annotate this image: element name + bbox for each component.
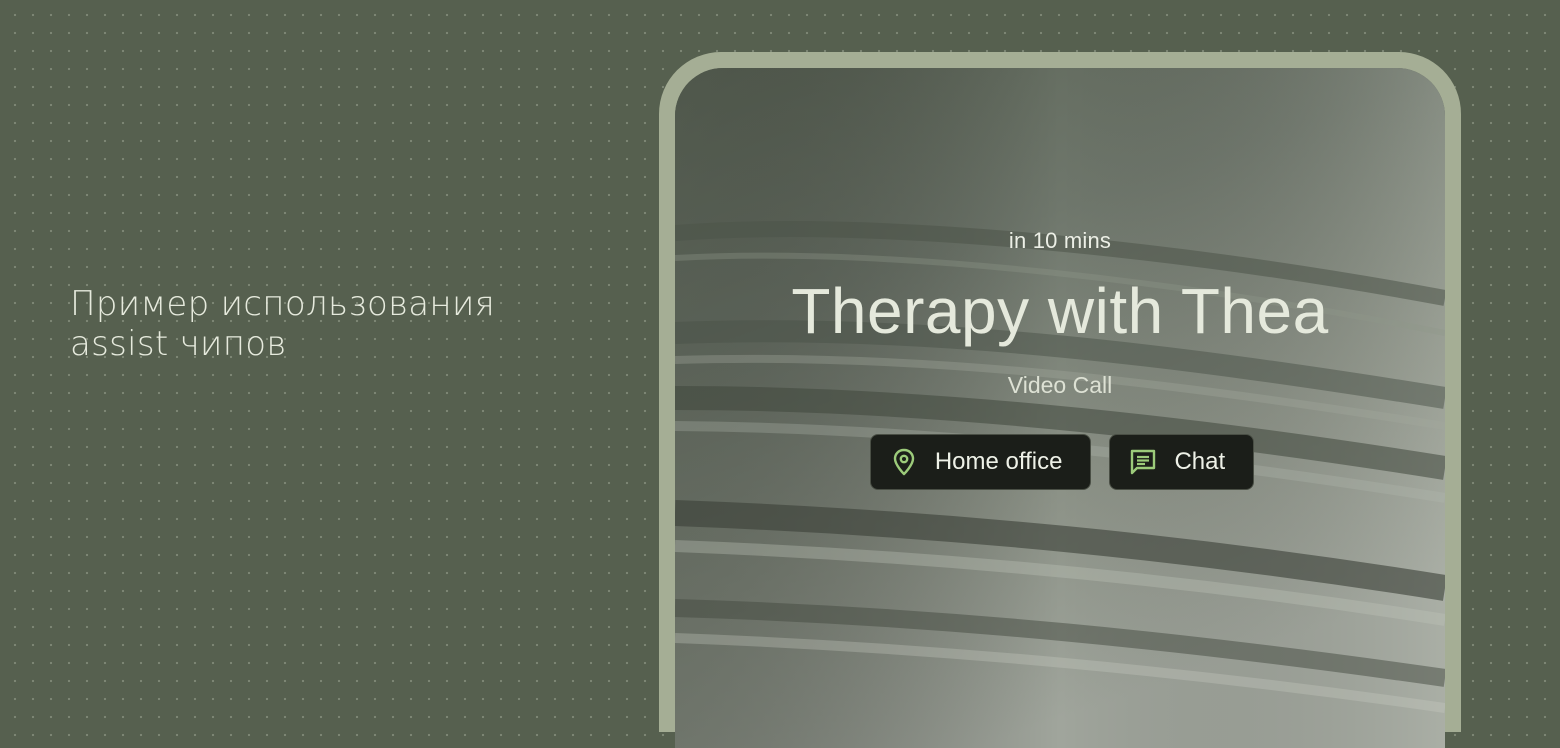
- home-office-chip[interactable]: Home office: [869, 434, 1092, 490]
- chat-message-icon: [1128, 447, 1158, 477]
- chat-chip-label: Chat: [1174, 448, 1226, 475]
- home-office-chip-label: Home office: [934, 448, 1063, 475]
- assist-chip-group: Home office Chat: [675, 434, 1445, 490]
- phone-screen: in 10 mins Therapy with Thea Video Call …: [675, 68, 1445, 748]
- location-pin-icon: [889, 447, 919, 477]
- phone-frame: in 10 mins Therapy with Thea Video Call …: [659, 52, 1461, 748]
- wallpaper-image: [675, 68, 1445, 748]
- page-caption: Пример использования assist чипов: [70, 284, 590, 364]
- event-time: in 10 mins: [1008, 228, 1112, 253]
- event-title: Therapy with Thea: [791, 275, 1329, 347]
- caption-line-1: Пример использования: [70, 284, 496, 324]
- chat-chip[interactable]: Chat: [1109, 434, 1255, 490]
- caption-line-2: assist чипов: [70, 324, 287, 364]
- event-type: Video Call: [1007, 372, 1113, 398]
